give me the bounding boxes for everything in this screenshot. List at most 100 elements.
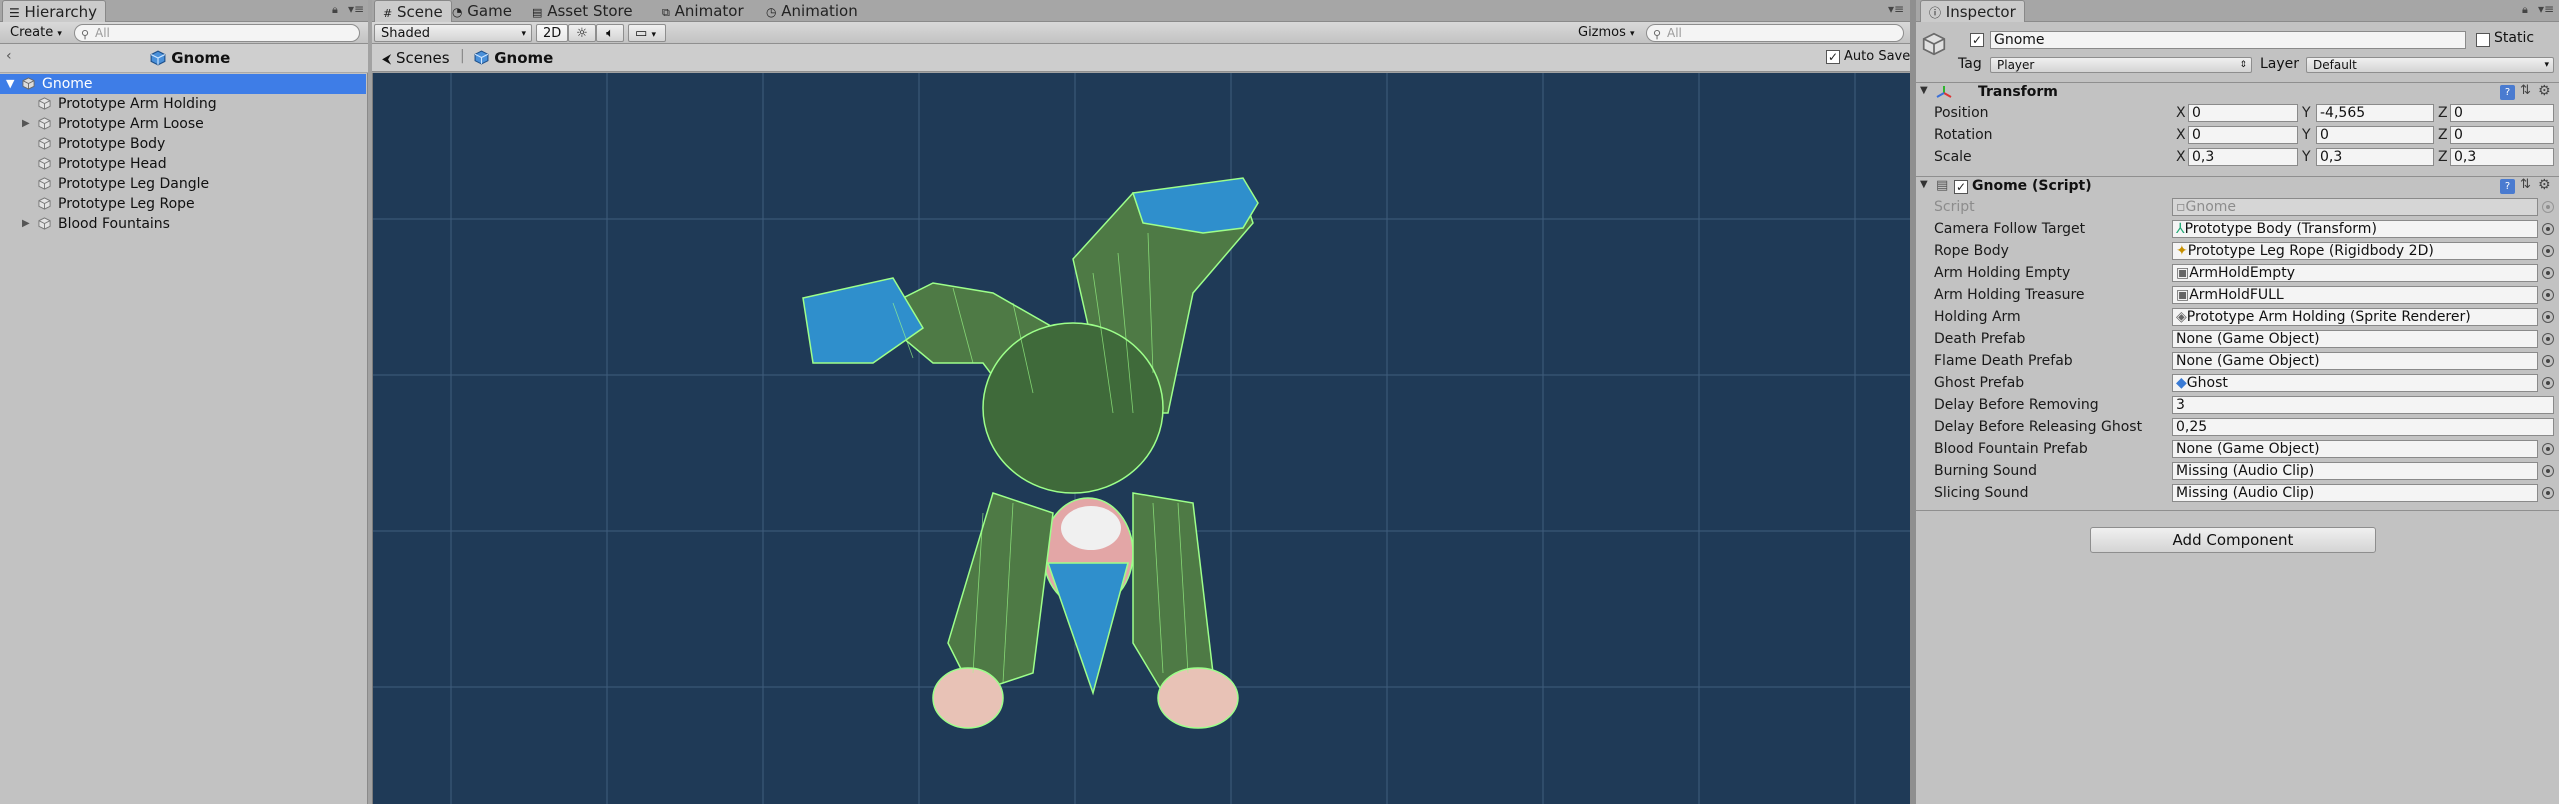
object-picker-icon[interactable] [2542,465,2554,477]
audio-toggle-button[interactable]: 🔈︎ [596,24,624,42]
object-picker-icon[interactable] [2542,267,2554,279]
lighting-toggle-button[interactable]: ☼ [568,24,596,42]
hierarchy-item-body[interactable]: Prototype Body [0,134,366,154]
scale-label: Scale [1934,149,1972,165]
hierarchy-item-arm-loose[interactable]: ▶ Prototype Arm Loose [0,114,366,134]
back-arrow-icon: ⮜ [382,52,392,67]
position-x-field[interactable]: 0 [2188,104,2298,122]
expand-arrow-icon[interactable]: ▼ [1920,85,1928,96]
panel-menu-icon[interactable]: ▾≡ [1888,2,1904,16]
rotation-z-field[interactable]: 0 [2450,126,2554,144]
hierarchy-item-leg-rope[interactable]: Prototype Leg Rope [0,194,366,214]
scene-viewport[interactable] [372,73,1910,804]
transform-header[interactable]: ▼ Transform ? ⇅ ⚙ [1916,82,2559,103]
auto-save-checkbox[interactable]: ✓ [1826,50,1840,64]
prop-burning-sound-field[interactable]: Missing (Audio Clip) [2172,462,2538,480]
scale-y-field[interactable]: 0,3 [2316,148,2434,166]
clock-icon: ◷ [766,5,777,19]
prop-holding-arm-field[interactable]: ◈Prototype Arm Holding (Sprite Renderer) [2172,308,2538,326]
prop-arm-holding-empty-field[interactable]: ▣ArmHoldEmpty [2172,264,2538,282]
prop-flame-death-prefab-field[interactable]: None (Game Object) [2172,352,2538,370]
panel-menu-icon[interactable]: ▾≡ [2538,2,2554,16]
back-arrow-icon[interactable]: ‹ [6,48,12,64]
hierarchy-item-arm-holding[interactable]: Prototype Arm Holding [0,94,366,114]
object-picker-icon[interactable] [2542,223,2554,235]
rotation-y-field[interactable]: 0 [2316,126,2434,144]
tab-asset-store[interactable]: ▤ Asset Store [524,0,641,22]
gear-icon[interactable]: ⚙ [2538,177,2551,193]
prop-rope-body-field[interactable]: ✦Prototype Leg Rope (Rigidbody 2D) [2172,242,2538,260]
gizmos-dropdown[interactable]: Gizmos ▾ [1572,24,1641,42]
object-picker-icon[interactable] [2542,245,2554,257]
axis-x-label: X [2176,149,2186,165]
create-button[interactable]: Create ▾ [4,24,68,42]
axis-y-label: Y [2302,149,2311,165]
transform-axes-icon: ⅄ [2176,221,2185,237]
preset-icon[interactable]: ⇅ [2520,83,2531,98]
prop-camera-follow-target-field[interactable]: ⅄Prototype Body (Transform) [2172,220,2538,238]
prop-ghost-prefab-field[interactable]: ◆Ghost [2172,374,2538,392]
scenes-breadcrumb[interactable]: ⮜ Scenes [382,49,450,67]
scale-z-field[interactable]: 0,3 [2450,148,2554,166]
layer-dropdown[interactable]: Default ▾ [2306,57,2554,73]
object-picker-icon[interactable] [2542,355,2554,367]
shading-mode-dropdown[interactable]: Shaded ▾ [374,24,532,42]
gear-icon[interactable]: ⚙ [2538,83,2551,99]
prop-delay-before-releasing-ghost-field[interactable]: 0,25 [2172,418,2554,436]
position-z-field[interactable]: 0 [2450,104,2554,122]
object-picker-icon[interactable] [2542,311,2554,323]
panel-menu-icon[interactable]: ▾≡ [348,2,364,16]
tab-animation[interactable]: ◷ Animation [758,0,866,22]
grid-icon: # [383,7,393,20]
rotation-x-field[interactable]: 0 [2188,126,2298,144]
scene-canvas [373,73,1910,804]
axis-y-label: Y [2302,105,2311,121]
static-label: Static [2494,30,2535,46]
preset-icon[interactable]: ⇅ [2520,177,2531,192]
transform-axes-icon [1936,86,1952,98]
2d-toggle-button[interactable]: 2D [536,24,569,42]
object-picker-icon[interactable] [2542,289,2554,301]
hierarchy-search-input[interactable]: ⚲ All [74,24,360,42]
hierarchy-item-head[interactable]: Prototype Head [0,154,366,174]
prop-arm-holding-treasure-field[interactable]: ▣ArmHoldFULL [2172,286,2538,304]
object-picker-icon[interactable] [2542,443,2554,455]
script-component-header[interactable]: ▼ ▤ ✓ Gnome (Script) ? ⇅ ⚙ [1916,176,2559,197]
effects-dropdown[interactable]: ▭ ▾ [628,24,666,42]
hierarchy-item-gnome[interactable]: ▼ Gnome [0,74,366,94]
current-scene-breadcrumb[interactable]: Gnome [474,49,553,67]
prop-blood-fountain-prefab-field[interactable]: None (Game Object) [2172,440,2538,458]
tab-hierarchy[interactable]: ☰ Hierarchy [2,0,107,22]
expand-arrow-icon[interactable]: ▼ [1920,179,1928,190]
script-enabled-checkbox[interactable]: ✓ [1954,180,1968,194]
lock-icon[interactable]: 🔒︎ [2522,3,2528,17]
add-component-button[interactable]: Add Component [2090,527,2376,553]
help-icon[interactable]: ? [2500,179,2515,194]
prop-death-prefab-field[interactable]: None (Game Object) [2172,330,2538,348]
object-picker-icon[interactable] [2542,487,2554,499]
tab-inspector[interactable]: ⓘ Inspector [1920,0,2025,22]
hierarchy-item-blood-fountains[interactable]: ▶ Blood Fountains [0,214,366,234]
lock-icon[interactable]: 🔒︎ [332,3,338,17]
active-checkbox[interactable]: ✓ [1970,33,1984,47]
object-picker-icon[interactable] [2542,333,2554,345]
collapse-arrow-icon[interactable]: ▶ [22,214,30,234]
help-icon[interactable]: ? [2500,85,2515,100]
tab-game[interactable]: ◔ Game [444,0,520,22]
tab-scene[interactable]: # Scene [374,0,452,22]
scene-tabstrip: # Scene ◔ Game ▤ Asset Store ⧉ Animator … [372,0,1910,22]
object-picker-icon[interactable] [2542,377,2554,389]
tab-animator[interactable]: ⧉ Animator [654,0,752,22]
hierarchy-toolbar: Create ▾ ⚲ All [0,22,368,44]
hierarchy-item-leg-dangle[interactable]: Prototype Leg Dangle [0,174,366,194]
static-checkbox[interactable] [2476,33,2490,47]
prop-delay-before-removing-field[interactable]: 3 [2172,396,2554,414]
position-y-field[interactable]: -4,565 [2316,104,2434,122]
collapse-arrow-icon[interactable]: ▶ [22,114,30,134]
scene-search-input[interactable]: ⚲ All [1646,24,1904,42]
object-name-field[interactable]: Gnome [1990,31,2466,49]
expand-arrow-icon[interactable]: ▼ [6,74,14,94]
tag-dropdown[interactable]: Player ⇕ [1990,57,2252,73]
prop-slicing-sound-field[interactable]: Missing (Audio Clip) [2172,484,2538,502]
scale-x-field[interactable]: 0,3 [2188,148,2298,166]
